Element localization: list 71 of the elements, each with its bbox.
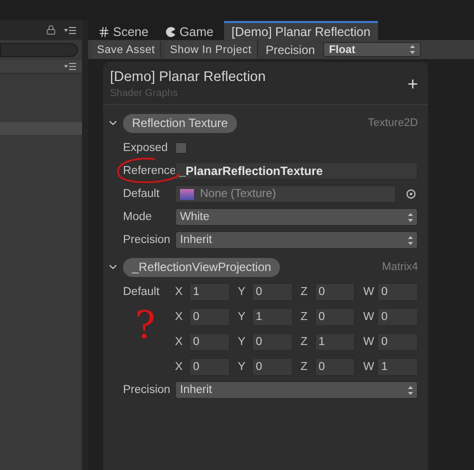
axis-label: X [175, 286, 184, 298]
axis-label: W [363, 361, 376, 373]
toolbar-button[interactable]: Save Asset [92, 41, 162, 58]
property-pill[interactable]: Reflection Texture [123, 114, 237, 132]
property-pill[interactable]: _ReflectionViewProjection [123, 258, 280, 276]
number-field[interactable]: 0 [314, 308, 356, 326]
field-label: Precision [123, 233, 172, 248]
updown-arrows-icon [408, 386, 413, 394]
axis-label: W [363, 286, 376, 298]
tab[interactable]: [Demo] Planar Reflection [224, 21, 378, 40]
dropdown[interactable]: Inherit [175, 381, 418, 399]
menu-icon[interactable] [64, 26, 76, 34]
axis-label: Z [300, 336, 309, 348]
dropdown[interactable]: White [175, 208, 418, 226]
number-field[interactable]: 0 [377, 333, 418, 351]
axis-label: Z [300, 311, 309, 323]
axis-label: X [175, 361, 184, 373]
precision-dropdown[interactable]: Float [322, 42, 421, 57]
number-field[interactable]: 0 [314, 358, 356, 376]
number-field[interactable]: 0 [252, 358, 292, 376]
number-field[interactable]: 0 [314, 283, 356, 301]
field-label: Precision [123, 383, 172, 398]
number-field[interactable]: 0 [189, 358, 230, 376]
axis-label: Z [300, 361, 309, 373]
tab[interactable]: Scene [90, 21, 156, 40]
dropdown[interactable]: Inherit [175, 231, 418, 249]
axis-label: Y [238, 311, 246, 323]
tab[interactable]: Game [158, 21, 222, 40]
field-label: Mode [123, 210, 153, 225]
object-picker-icon[interactable] [406, 189, 416, 199]
add-button[interactable]: + [407, 74, 418, 94]
number-field[interactable]: 0 [252, 283, 292, 301]
updown-arrows-icon [410, 45, 415, 54]
field-label: Default [123, 285, 160, 300]
precision-label: Precision [264, 42, 316, 56]
texture-field[interactable]: None (Texture) [175, 185, 396, 203]
axis-label: Y [238, 361, 246, 373]
number-field[interactable]: 1 [314, 333, 356, 351]
number-field[interactable]: 0 [377, 308, 418, 326]
toolbar-button[interactable]: Show In Project [165, 41, 258, 58]
grid-icon [98, 26, 110, 38]
axis-label: X [175, 336, 184, 348]
blackboard-title: [Demo] Planar Reflection [110, 68, 266, 84]
number-field[interactable]: 0 [189, 333, 230, 351]
question-mark-annotation: ? [134, 305, 156, 345]
axis-label: Y [238, 336, 246, 348]
number-field[interactable]: 0 [252, 333, 292, 351]
menu-icon[interactable] [64, 63, 76, 70]
axis-label: Z [300, 286, 309, 298]
updown-arrows-icon [408, 212, 413, 222]
field-label: Default [123, 187, 160, 202]
axis-label: X [175, 311, 184, 323]
number-field[interactable]: 1 [189, 283, 230, 301]
axis-label: W [363, 336, 376, 348]
number-field[interactable]: 0 [377, 283, 418, 301]
axis-label: Y [238, 286, 246, 298]
reference-field[interactable]: _PlanarReflectionTexture [175, 162, 418, 180]
field-label: Exposed [123, 141, 169, 156]
lock-icon[interactable] [46, 25, 56, 35]
updown-arrows-icon [408, 236, 413, 244]
number-field[interactable]: 0 [189, 308, 230, 326]
number-field[interactable]: 1 [252, 308, 292, 326]
property-type: Matrix4 [382, 261, 418, 273]
pacman-icon [166, 26, 176, 36]
field-label: Reference [123, 164, 175, 179]
axis-label: W [363, 311, 376, 323]
search-field[interactable] [0, 43, 78, 57]
texture-thumbnail-icon [180, 188, 194, 200]
property-type: Texture2D [368, 117, 418, 129]
number-field[interactable]: 1 [377, 358, 418, 376]
exposed-checkbox[interactable] [175, 142, 187, 154]
